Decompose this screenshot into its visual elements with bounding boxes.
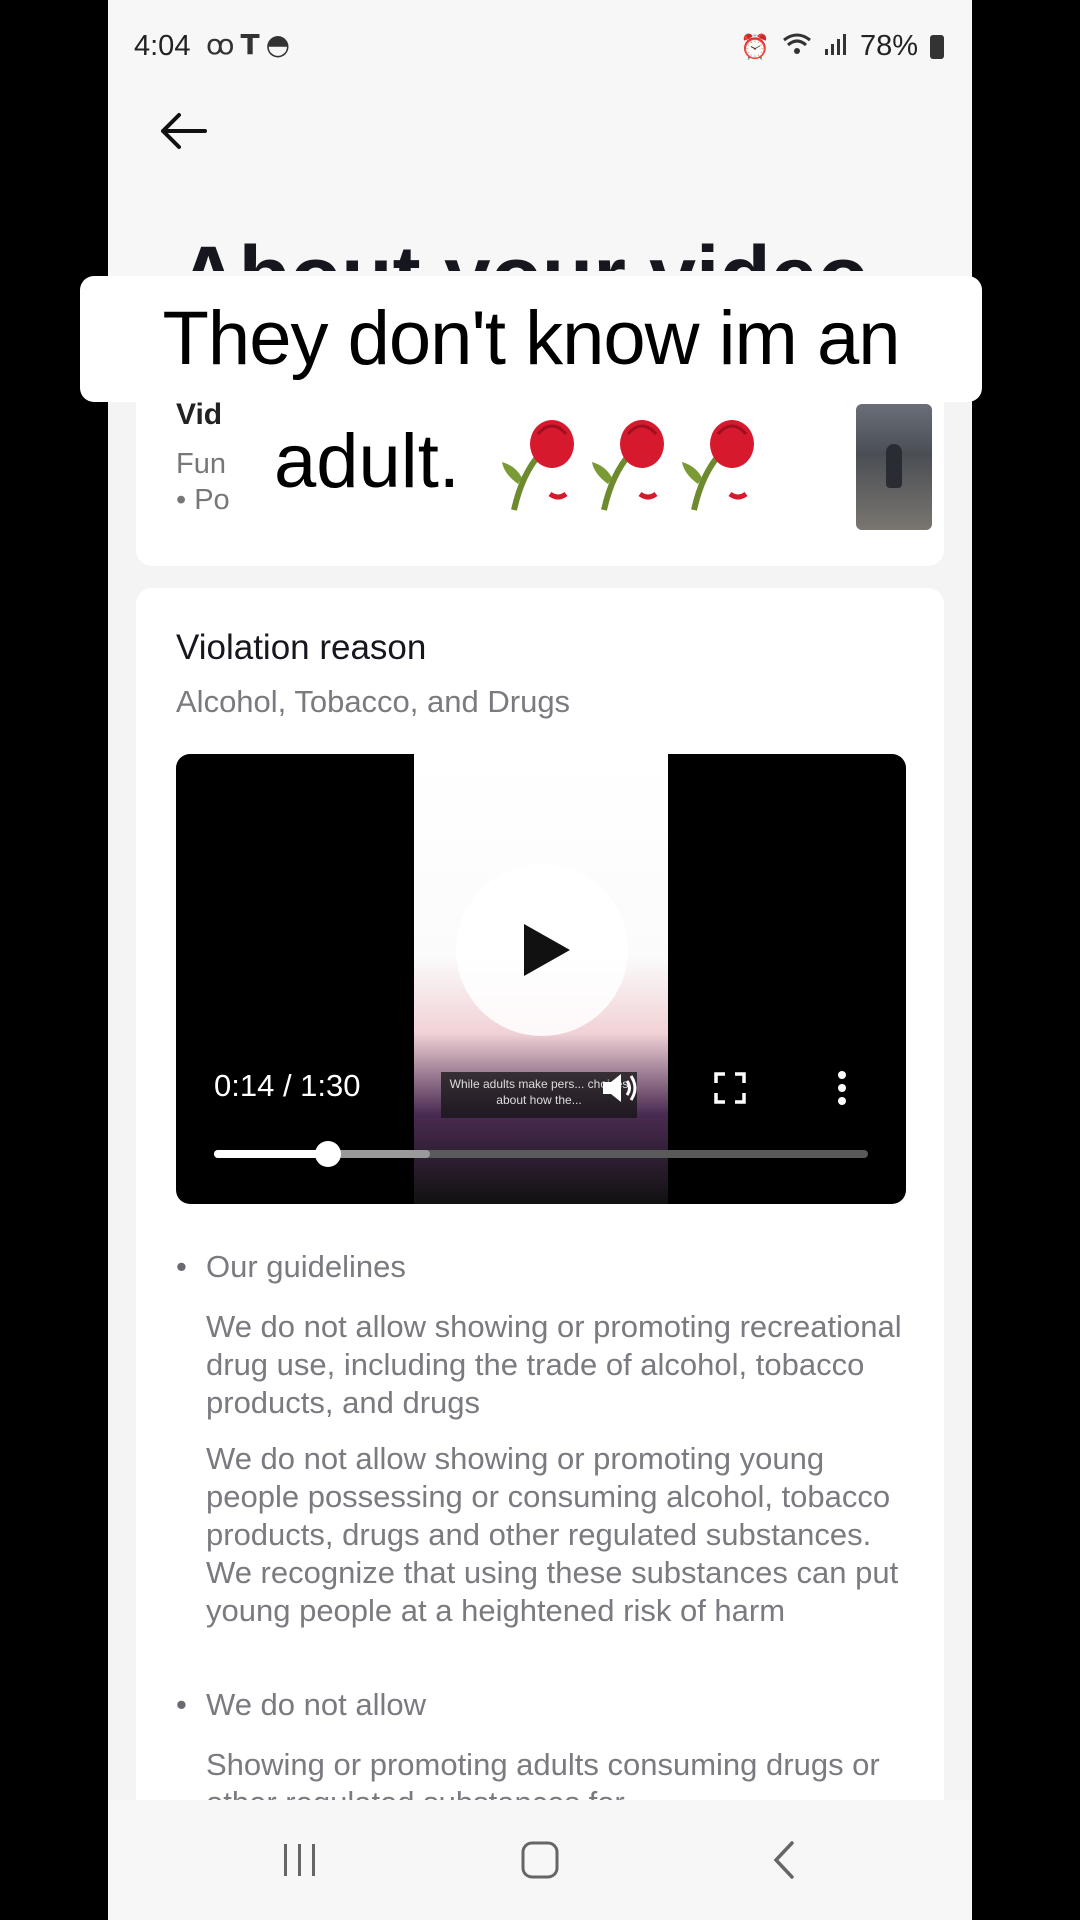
video-bullet-text: Po <box>194 484 230 516</box>
fullscreen-icon <box>714 1072 746 1104</box>
page-header: About your video <box>108 96 972 286</box>
more-options-button[interactable] <box>818 1064 866 1112</box>
guideline-heading: Our guidelines <box>206 1249 406 1284</box>
guideline-paragraph: We do not allow showing or promoting you… <box>206 1441 899 1628</box>
play-button[interactable] <box>456 864 628 1036</box>
home-button[interactable] <box>510 1830 570 1890</box>
violation-reason: Alcohol, Tobacco, and Drugs <box>176 684 571 719</box>
recents-button[interactable] <box>270 1830 330 1890</box>
progress-handle[interactable] <box>315 1141 342 1167</box>
chevron-left-icon <box>773 1841 794 1879</box>
caption-overlay-line1: They don't know im an <box>80 276 982 402</box>
progress-bar[interactable] <box>214 1141 868 1167</box>
wilted-rose-icon <box>592 420 664 511</box>
video-time: 0:14 / 1:30 <box>214 1068 361 1103</box>
bullet-dot: • <box>176 1249 187 1284</box>
guideline-section: • Our guidelines We do not allow showing… <box>176 1248 916 1630</box>
alarm-icon: ⏰ <box>740 32 770 61</box>
page-title: About your video <box>178 211 869 271</box>
volume-button[interactable] <box>596 1064 644 1112</box>
incognito-icon: ◓ <box>265 28 297 61</box>
caption-text-line1: They don't know im an <box>162 296 901 381</box>
signal-icon <box>824 32 848 62</box>
caption-text-line2: adult. <box>274 419 460 504</box>
fullscreen-button[interactable] <box>706 1064 754 1112</box>
violation-card: Violation reason Alcohol, Tobacco, and D… <box>136 588 944 1888</box>
voicemail-icon: ꝏ <box>206 28 241 61</box>
wifi-icon <box>782 32 812 62</box>
recents-icon <box>284 1844 315 1876</box>
video-subtitle: Fun <box>176 448 226 480</box>
nav-back-button[interactable] <box>754 1830 814 1890</box>
violation-title: Violation reason <box>176 628 427 667</box>
status-time: 4:04 <box>134 30 191 62</box>
status-left-icons: ꝏT◓ <box>206 28 296 61</box>
home-icon <box>521 1841 559 1879</box>
t-mobile-icon: T <box>240 28 266 61</box>
wilted-rose-icon <box>682 420 754 511</box>
progress-fill <box>214 1150 329 1158</box>
volume-icon <box>603 1074 637 1102</box>
play-icon <box>524 924 570 976</box>
guideline-paragraph: We do not allow showing or promoting rec… <box>206 1309 902 1420</box>
status-right: ⏰ 78% <box>740 30 944 63</box>
status-bar: 4:04 ꝏT◓ ⏰ 78% <box>108 0 972 96</box>
system-nav-bar <box>108 1800 972 1920</box>
guideline-heading: We do not allow <box>206 1687 426 1722</box>
video-player[interactable]: 0:14 / 1:30 While adults make pers... ch… <box>176 754 906 1204</box>
wilted-rose-icon <box>502 420 574 511</box>
arrow-left-icon <box>161 113 207 149</box>
thumbnail-figure <box>886 444 902 488</box>
video-thumbnail[interactable] <box>856 404 932 530</box>
bullet-dot: • <box>176 1687 187 1722</box>
video-title: Vid <box>176 398 223 431</box>
battery-percent: 78% <box>859 30 918 62</box>
video-bullet: • Po <box>176 484 230 516</box>
caption-overlay-line2: adult. <box>270 400 830 526</box>
back-button[interactable] <box>148 96 218 166</box>
battery-icon <box>930 34 944 59</box>
more-vertical-icon <box>838 1071 846 1105</box>
